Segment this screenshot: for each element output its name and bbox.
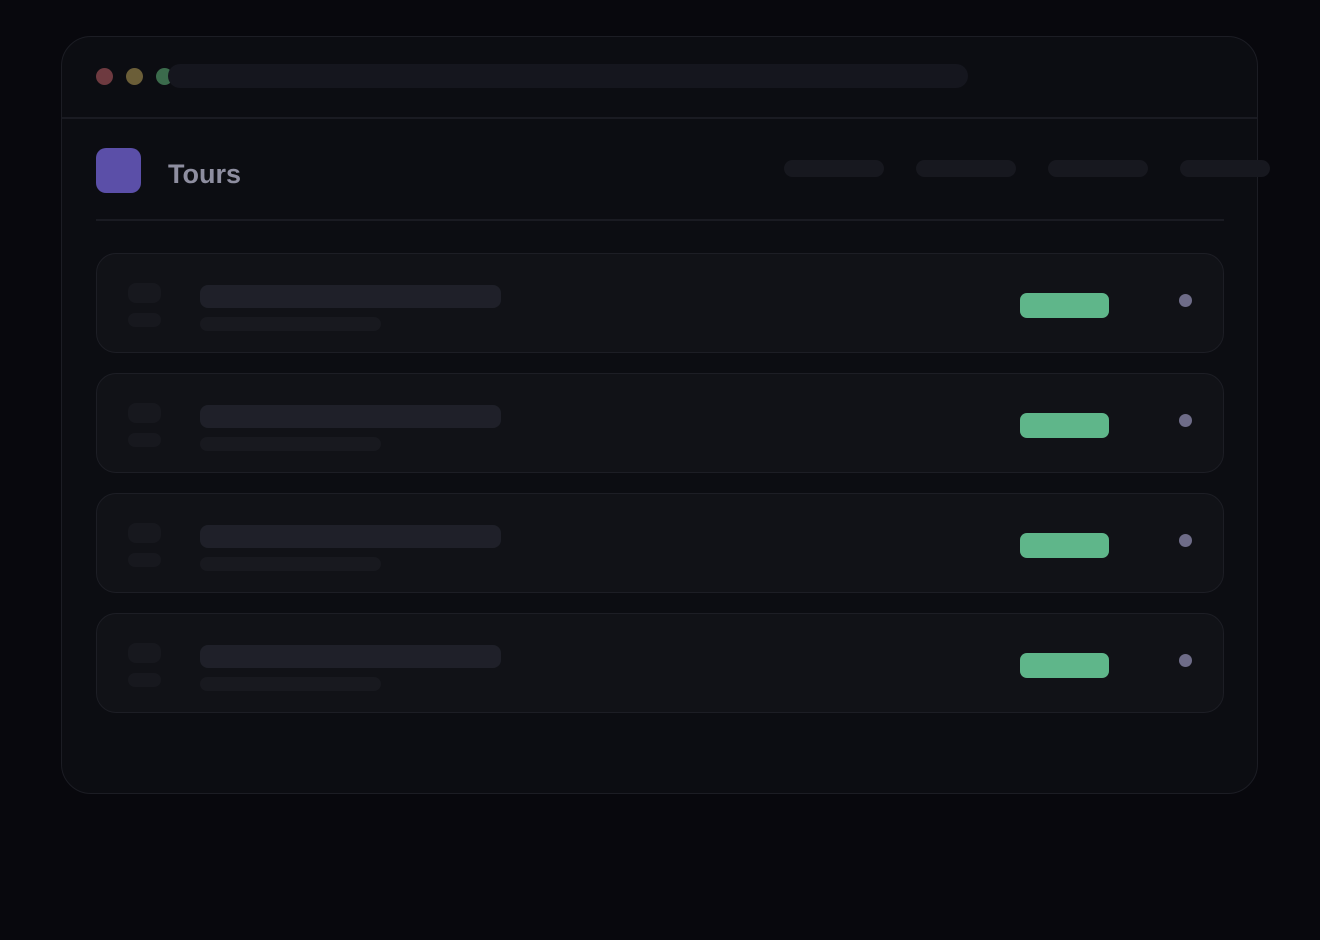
tour-row[interactable] — [96, 613, 1224, 713]
tour-detail — [200, 437, 381, 451]
tour-date-placeholder — [128, 643, 161, 663]
more-options-icon[interactable] — [1179, 414, 1192, 427]
tour-date-sub-placeholder — [128, 313, 161, 327]
page-title: Tours — [168, 159, 241, 189]
tour-date-placeholder — [128, 283, 161, 303]
tour-name — [200, 525, 501, 548]
tour-date-placeholder — [128, 523, 161, 543]
more-options-icon[interactable] — [1179, 534, 1192, 547]
status-badge — [1020, 533, 1109, 558]
tour-row[interactable] — [96, 493, 1224, 593]
tour-name — [200, 645, 501, 668]
tour-detail — [200, 317, 381, 331]
nav-item-2[interactable] — [916, 160, 1016, 177]
tour-name — [200, 405, 501, 428]
more-options-icon[interactable] — [1179, 654, 1192, 667]
tour-detail — [200, 677, 381, 691]
nav-item-1[interactable] — [784, 160, 884, 177]
tour-date-sub-placeholder — [128, 433, 161, 447]
tour-date-sub-placeholder — [128, 553, 161, 567]
more-options-icon[interactable] — [1179, 294, 1192, 307]
tour-row[interactable] — [96, 373, 1224, 473]
close-window-button[interactable] — [96, 68, 113, 85]
status-badge — [1020, 293, 1109, 318]
window-titlebar — [62, 37, 1257, 119]
header-divider — [96, 219, 1224, 221]
status-badge — [1020, 413, 1109, 438]
nav-item-3[interactable] — [1048, 160, 1148, 177]
tour-date-sub-placeholder — [128, 673, 161, 687]
tour-date-placeholder — [128, 403, 161, 423]
tour-detail — [200, 557, 381, 571]
status-badge — [1020, 653, 1109, 678]
minimize-window-button[interactable] — [126, 68, 143, 85]
address-bar[interactable] — [168, 64, 968, 88]
tour-row[interactable] — [96, 253, 1224, 353]
tour-name — [200, 285, 501, 308]
app-window: Tours — [61, 36, 1270, 794]
app-logo — [96, 148, 141, 193]
nav-item-4[interactable] — [1180, 160, 1270, 177]
